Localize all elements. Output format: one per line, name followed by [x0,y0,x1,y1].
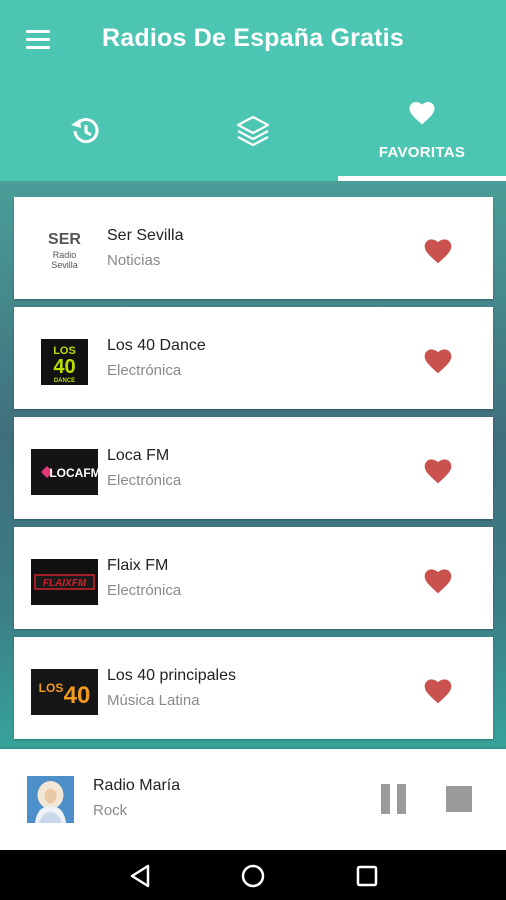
logo-text: FLAIXFM [43,578,87,589]
heart-icon [409,102,435,125]
logo-text: Radio [53,250,77,260]
favorite-heart-icon[interactable] [422,675,454,705]
top-app-bar: Radios De España Gratis [0,0,506,80]
favorite-heart-icon[interactable] [422,565,454,595]
system-nav-bar [0,850,506,900]
station-name: Ser Sevilla [107,227,184,244]
station-card[interactable]: LOS 40 DANCE Los 40 Dance Electrónica [14,307,493,409]
station-name: Los 40 principales [107,667,236,684]
layers-icon [236,115,270,147]
history-icon [71,118,99,144]
stop-icon[interactable] [446,786,472,812]
recents-icon[interactable] [352,861,382,891]
station-logo-los40-dance: LOS 40 DANCE [41,339,88,385]
favorite-heart-icon[interactable] [422,345,454,375]
favorite-heart-icon[interactable] [422,455,454,485]
logo-text: 40 [64,682,91,709]
logo-text: 40 [53,356,75,378]
station-card[interactable]: LOS 40 Los 40 principales Música Latina [14,637,493,739]
now-playing-title: Radio María [93,777,181,794]
station-genre: Noticias [107,252,161,269]
station-name: Flaix FM [107,557,169,574]
station-logo-flaix-fm: FLAIXFM [31,559,98,605]
favorites-list: SER Radio Sevilla Ser Sevilla Noticias L… [0,181,506,749]
tab-history[interactable] [0,80,168,181]
logo-text: DANCE [54,378,75,384]
app-title: Radios De España Gratis [102,24,404,52]
logo-text: Sevilla [51,260,78,270]
station-genre: Electrónica [107,582,182,599]
tab-label-favoritas: FAVORITAS [378,144,466,161]
station-logo-ser-sevilla: SER Radio Sevilla [48,231,81,270]
tab-categories[interactable] [169,80,337,181]
tab-favoritas[interactable]: FAVORITAS [338,80,506,181]
station-card[interactable]: FLAIXFM Flaix FM Electrónica [14,527,493,629]
station-logo-los40-principales: LOS 40 [31,669,98,715]
app-root: Radios De España Gratis FAVORITAS SER Ra… [0,0,506,900]
now-playing-bar[interactable]: Radio María Rock [0,749,506,850]
logo-text: LOCAFM [49,466,98,480]
station-genre: Música Latina [107,692,200,709]
logo-text: SER [48,231,81,248]
logo-text: LOS [39,681,64,695]
pause-icon[interactable] [378,783,410,815]
station-genre: Electrónica [107,362,182,379]
now-playing-subtitle: Rock [93,802,128,819]
favorite-heart-icon[interactable] [422,235,454,265]
station-card[interactable]: SER Radio Sevilla Ser Sevilla Noticias [14,197,493,299]
hamburger-menu-icon[interactable] [22,26,54,54]
tab-bar: FAVORITAS [0,80,506,181]
station-name: Los 40 Dance [107,337,206,354]
now-playing-artwork [27,776,74,823]
station-genre: Electrónica [107,472,182,489]
home-icon[interactable] [238,861,268,891]
back-icon[interactable] [126,861,156,891]
station-name: Loca FM [107,447,170,464]
station-logo-loca-fm: LOCAFM [31,449,98,495]
station-card[interactable]: LOCAFM Loca FM Electrónica [14,417,493,519]
